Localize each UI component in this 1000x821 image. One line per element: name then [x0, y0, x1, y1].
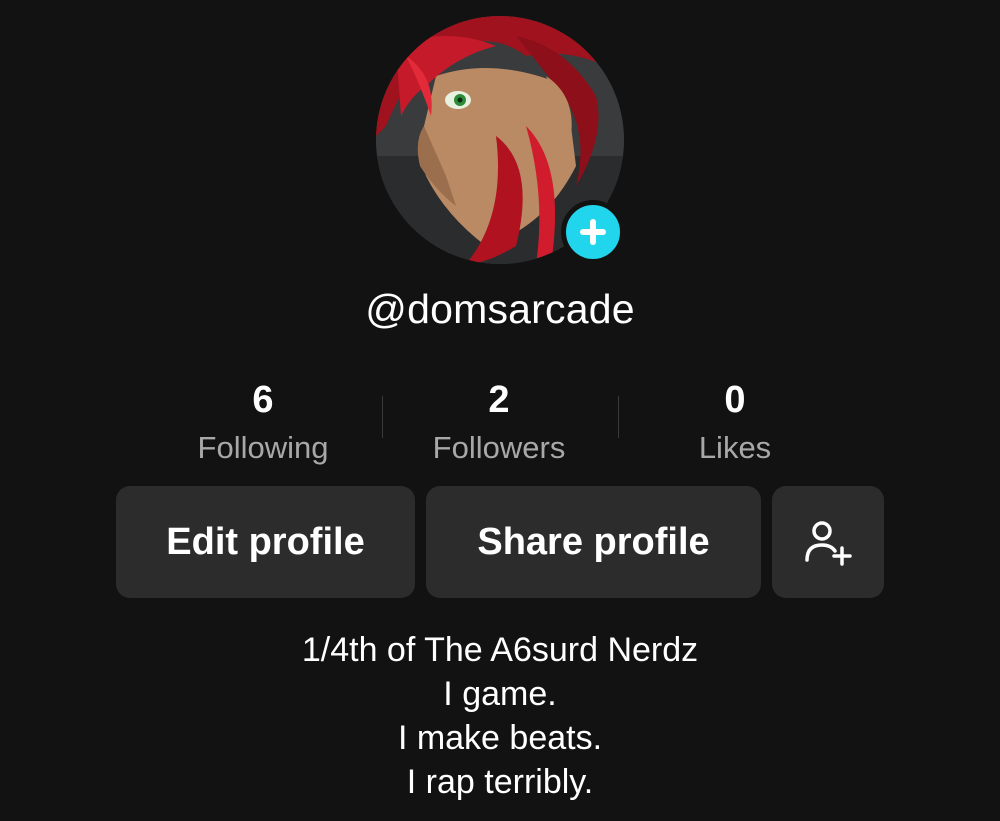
- bio-line: I make beats.: [397, 719, 603, 757]
- add-friend-icon: [805, 521, 852, 566]
- following-label: Following: [197, 430, 329, 465]
- add-friend-button[interactable]: [772, 486, 884, 598]
- profile-bio: 1/4th of The A6surd Nerdz I game. I make…: [0, 628, 1000, 804]
- stat-likes[interactable]: 0 Likes: [625, 376, 845, 472]
- profile-avatar-container: [376, 16, 625, 264]
- username: @domsarcade: [365, 286, 635, 332]
- bio-line: I game.: [443, 675, 557, 713]
- bio-line: 1/4th of The A6surd Nerdz: [301, 631, 699, 669]
- edit-profile-button[interactable]: Edit profile: [116, 486, 415, 598]
- plus-icon: [580, 219, 606, 245]
- stat-divider: [382, 396, 383, 438]
- followers-count: 2: [488, 379, 510, 421]
- following-count: 6: [252, 379, 274, 421]
- stat-following[interactable]: 6 Following: [153, 376, 373, 472]
- likes-label: Likes: [698, 430, 772, 465]
- stat-divider: [618, 396, 619, 438]
- share-profile-button[interactable]: Share profile: [426, 486, 761, 598]
- bio-line: I rap terribly.: [406, 763, 594, 801]
- profile-stats: 6 Following 2 Followers 0 Likes: [0, 376, 1000, 476]
- likes-count: 0: [724, 379, 746, 421]
- stat-followers[interactable]: 2 Followers: [389, 376, 609, 472]
- add-photo-button[interactable]: [561, 200, 625, 264]
- followers-label: Followers: [432, 430, 566, 465]
